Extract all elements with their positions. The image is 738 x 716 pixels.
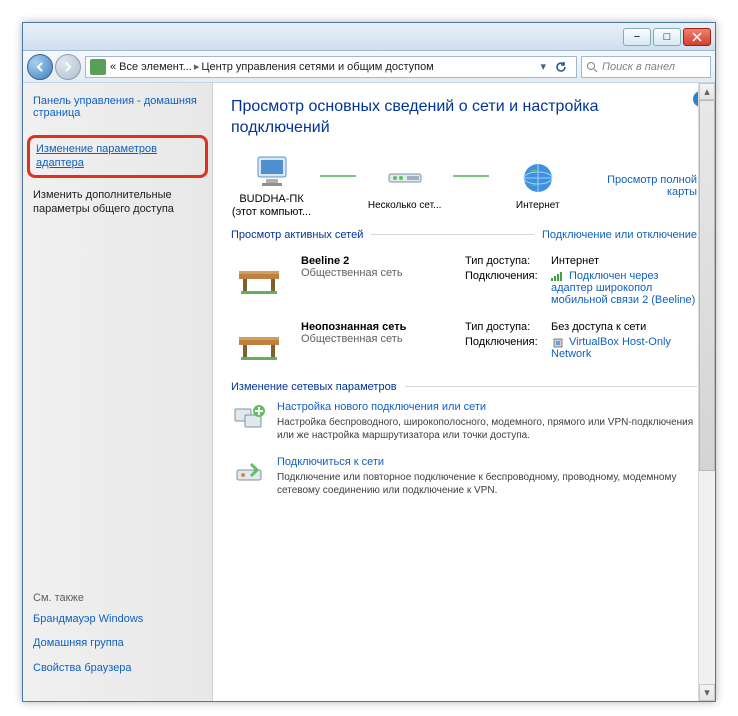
node-label: BUDDHA-ПК (239, 193, 303, 205)
map-line (453, 175, 489, 177)
access-type-label: Тип доступа: (465, 255, 551, 267)
access-type-value: Интернет (551, 255, 697, 267)
arrow-right-icon (62, 61, 74, 73)
map-node-pc[interactable]: BUDDHA-ПК(этот компьют... (231, 153, 312, 219)
search-input[interactable]: Поиск в панел (581, 56, 711, 78)
connections-label: Подключения: (465, 336, 551, 360)
close-button[interactable] (683, 28, 711, 46)
page-title: Просмотр основных сведений о сети и наст… (231, 97, 697, 139)
chevron-right-icon: ▸ (194, 60, 200, 73)
network-name[interactable]: Неопознанная сеть (301, 321, 451, 333)
scrollbar[interactable]: ▴ ▾ (698, 83, 715, 701)
network-row: Неопознанная сеть Общественная сеть Тип … (231, 315, 697, 371)
breadcrumb-box[interactable]: « Все элемент... ▸ Центр управления сетя… (85, 56, 577, 78)
network-map: BUDDHA-ПК(этот компьют... Несколько сет.… (231, 153, 697, 219)
refresh-icon (554, 60, 568, 74)
back-button[interactable] (27, 54, 53, 80)
homegroup-link[interactable]: Домашняя группа (33, 636, 202, 650)
control-panel-home-link[interactable]: Панель управления - домашняя страница (33, 95, 202, 119)
maximize-icon: □ (664, 31, 671, 43)
task-desc: Подключение или повторное подключение к … (277, 471, 697, 497)
network-row: Beeline 2 Общественная сеть Тип доступа:… (231, 249, 697, 315)
map-node-internet[interactable]: Интернет (497, 160, 578, 212)
map-line (320, 175, 356, 177)
connection-link[interactable]: Подключен через адаптер широкопол мобиль… (551, 270, 697, 306)
globe-icon (518, 160, 558, 196)
address-bar: « Все элемент... ▸ Центр управления сетя… (23, 51, 715, 83)
network-type: Общественная сеть (301, 267, 451, 279)
folder-icon (90, 59, 106, 75)
main-panel: ? Просмотр основных сведений о сети и на… (213, 83, 715, 701)
bc-item[interactable]: « Все элемент... (110, 61, 192, 73)
connections-label: Подключения: (465, 270, 551, 306)
node-label: Несколько сет... (368, 200, 442, 212)
bench-icon (231, 321, 287, 365)
breadcrumb: « Все элемент... ▸ Центр управления сетя… (110, 60, 536, 73)
refresh-button[interactable] (550, 57, 572, 77)
connect-disconnect-link[interactable]: Подключение или отключение (542, 229, 697, 241)
firewall-link[interactable]: Брандмауэр Windows (33, 612, 202, 626)
task-connect[interactable]: Подключиться к сети Подключение или повт… (231, 456, 697, 497)
content: Панель управления - домашняя страница Из… (23, 83, 715, 701)
sidebar: Панель управления - домашняя страница Из… (23, 83, 213, 701)
window: − □ « Все элемент... ▸ Центр управления … (22, 22, 716, 702)
task-title: Настройка нового подключения или сети (277, 401, 697, 413)
network-name[interactable]: Beeline 2 (301, 255, 451, 267)
map-node-networks[interactable]: Несколько сет... (364, 160, 445, 212)
task-desc: Настройка беспроводного, широкополосного… (277, 416, 697, 442)
browser-props-link[interactable]: Свойства браузера (33, 661, 202, 675)
change-settings-header: Изменение сетевых параметров (231, 381, 697, 393)
new-connection-icon (231, 401, 267, 437)
bc-item[interactable]: Центр управления сетями и общим доступом (201, 61, 433, 73)
adapter-icon (551, 337, 565, 347)
task-new-connection[interactable]: Настройка нового подключения или сети На… (231, 401, 697, 442)
see-also: См. также Брандмауэр Windows Домашняя гр… (33, 592, 202, 685)
minimize-button[interactable]: − (623, 28, 651, 46)
signal-icon (551, 271, 565, 281)
active-networks-header: Просмотр активных сетей Подключение или о… (231, 229, 697, 241)
arrow-left-icon (34, 61, 46, 73)
full-map-link[interactable]: Просмотр полной карты (586, 174, 697, 198)
node-label: Интернет (516, 200, 560, 212)
search-icon (586, 61, 598, 73)
section-label: Изменение сетевых параметров (231, 381, 397, 393)
connection-value: VirtualBox Host-Only Network (551, 336, 671, 360)
search-placeholder: Поиск в панел (602, 61, 675, 73)
section-label: Просмотр активных сетей (231, 229, 363, 241)
maximize-button[interactable]: □ (653, 28, 681, 46)
scroll-down-button[interactable]: ▾ (699, 684, 715, 701)
adapter-settings-link[interactable]: Изменение параметров адаптера (27, 135, 208, 178)
titlebar: − □ (23, 23, 715, 51)
task-title: Подключиться к сети (277, 456, 697, 468)
scroll-up-button[interactable]: ▴ (699, 83, 715, 100)
node-sublabel: (этот компьют... (232, 206, 311, 218)
forward-button[interactable] (55, 54, 81, 80)
connection-link[interactable]: VirtualBox Host-Only Network (551, 336, 697, 360)
computer-icon (252, 153, 292, 189)
connection-value: Подключен через адаптер широкопол мобиль… (551, 270, 695, 306)
network-type: Общественная сеть (301, 333, 451, 345)
close-icon (692, 32, 702, 42)
networks-icon (385, 160, 425, 196)
see-also-header: См. также (33, 592, 202, 604)
scroll-thumb[interactable] (699, 100, 715, 471)
access-type-label: Тип доступа: (465, 321, 551, 333)
sharing-settings-link[interactable]: Изменить дополнительные параметры общего… (33, 188, 202, 217)
dropdown-icon[interactable]: ▾ (540, 60, 546, 73)
access-type-value: Без доступа к сети (551, 321, 697, 333)
connect-icon (231, 456, 267, 492)
minimize-icon: − (634, 31, 640, 43)
bench-icon (231, 255, 287, 299)
